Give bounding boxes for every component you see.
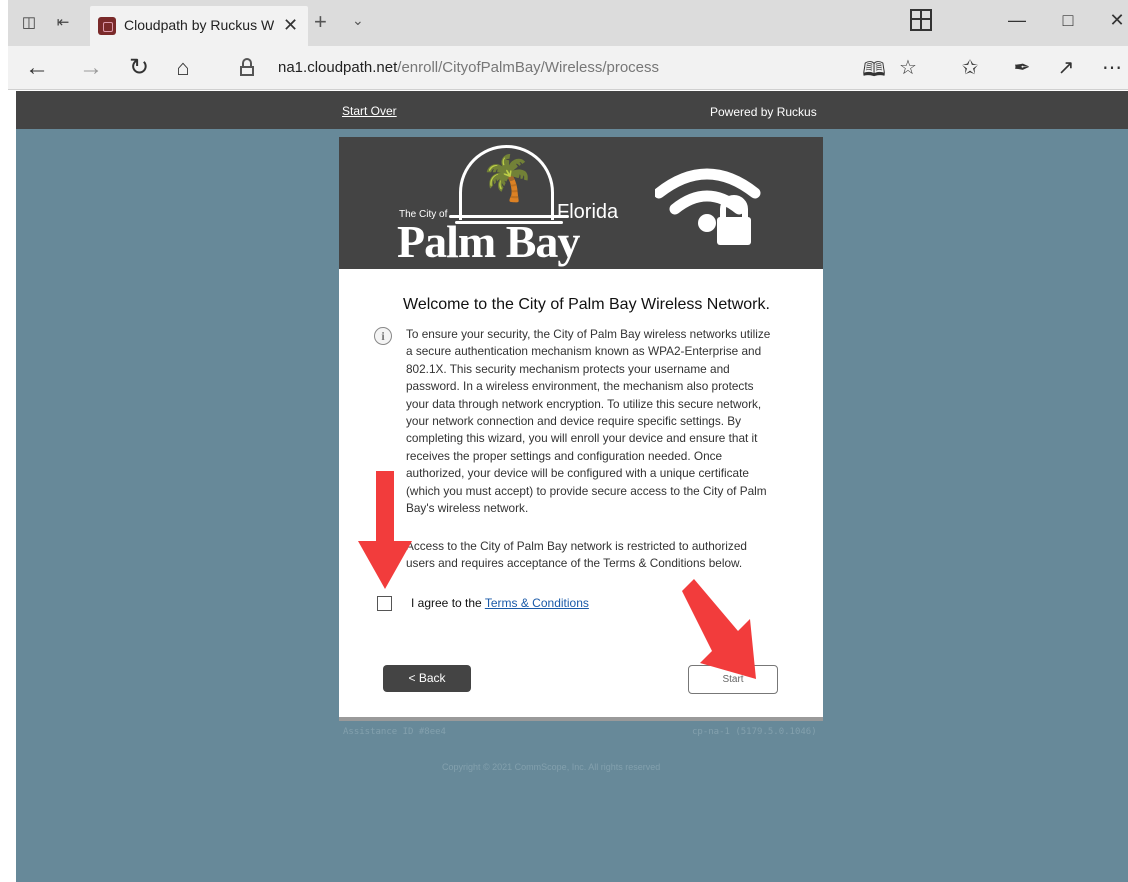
close-window-icon[interactable]: ✕	[1102, 10, 1128, 31]
secure-wifi-icon	[655, 168, 761, 245]
page-header: Start Over Powered by Ruckus	[16, 91, 1128, 129]
new-tab-icon[interactable]: +	[314, 9, 327, 35]
back-button[interactable]: < Back	[383, 665, 471, 692]
url-path: /enroll/CityofPalmBay/Wireless/process	[397, 59, 660, 76]
tab-title: Cloudpath by Ruckus W	[124, 17, 274, 33]
access-paragraph: Access to the City of Palm Bay network i…	[406, 539, 747, 571]
browser-titlebar: ◫ ⇤ Cloudpath by Ruckus W ✕ + ⌄ — □ ✕	[8, 0, 1128, 46]
powered-by-text: Powered by Ruckus	[710, 105, 817, 119]
agree-label: I agree to the Terms & Conditions	[411, 596, 589, 610]
logo-palm-bay: Palm Bay	[397, 216, 580, 267]
annotation-arrow-down	[358, 471, 412, 589]
terms-link[interactable]: Terms & Conditions	[485, 596, 589, 610]
more-icon[interactable]: ⋯	[1098, 55, 1126, 80]
copyright-text: Copyright © 2021 CommScope, Inc. All rig…	[442, 762, 661, 772]
url-host: na1.cloudpath.net	[278, 59, 398, 76]
favorite-star-icon[interactable]: ☆	[894, 55, 922, 80]
tab-preview-icon[interactable]	[910, 9, 932, 31]
palm-tree-icon: 🌴	[480, 154, 535, 203]
tab-close-icon[interactable]: ✕	[283, 15, 298, 36]
logo-banner: 🌴 The City of Florida Palm Bay	[339, 137, 823, 269]
tab-list-chevron-icon[interactable]: ⌄	[352, 12, 364, 29]
page-viewport: Start Over Powered by Ruckus 🌴 The City …	[16, 91, 1128, 882]
start-over-link[interactable]: Start Over	[342, 104, 397, 118]
home-icon[interactable]: ⌂	[168, 53, 198, 83]
refresh-icon[interactable]: ↻	[124, 53, 154, 83]
favorites-list-icon[interactable]: ✩	[956, 55, 984, 80]
minimize-icon[interactable]: —	[1002, 10, 1032, 31]
back-nav-icon[interactable]: ←	[22, 53, 52, 83]
reading-view-icon[interactable]: 🕮	[860, 55, 888, 89]
tab-actions-icon[interactable]: ◫	[18, 12, 40, 34]
annotation-arrow-diagonal	[682, 579, 756, 679]
lock-icon[interactable]	[240, 58, 254, 76]
pen-icon[interactable]: ✒	[1008, 55, 1036, 80]
share-icon[interactable]: ↗	[1052, 55, 1080, 80]
assistance-id: Assistance ID #8ee4	[343, 727, 446, 737]
set-aside-tabs-icon[interactable]: ⇤	[52, 12, 74, 34]
forward-nav-icon[interactable]: →	[76, 53, 106, 83]
url-field[interactable]: na1.cloudpath.net/enroll/CityofPalmBay/W…	[278, 59, 659, 76]
address-toolbar: ← → ↻ ⌂ na1.cloudpath.net/enroll/CityofP…	[8, 46, 1128, 90]
welcome-heading: Welcome to the City of Palm Bay Wireless…	[403, 296, 770, 313]
terms-checkbox[interactable]	[377, 596, 392, 611]
browser-window: ◫ ⇤ Cloudpath by Ruckus W ✕ + ⌄ — □ ✕ ← …	[0, 0, 1128, 882]
version-text: cp-na-1 (5179.5.0.1046)	[692, 727, 817, 737]
info-icon: i	[374, 327, 392, 345]
agree-prefix: I agree to the	[411, 596, 485, 610]
maximize-icon[interactable]: □	[1053, 10, 1083, 31]
sun-emblem-icon: 🌴	[459, 145, 554, 220]
security-paragraph: To ensure your security, the City of Pal…	[406, 327, 771, 516]
favicon-icon	[98, 17, 116, 35]
browser-tab[interactable]: Cloudpath by Ruckus W ✕	[90, 6, 308, 46]
